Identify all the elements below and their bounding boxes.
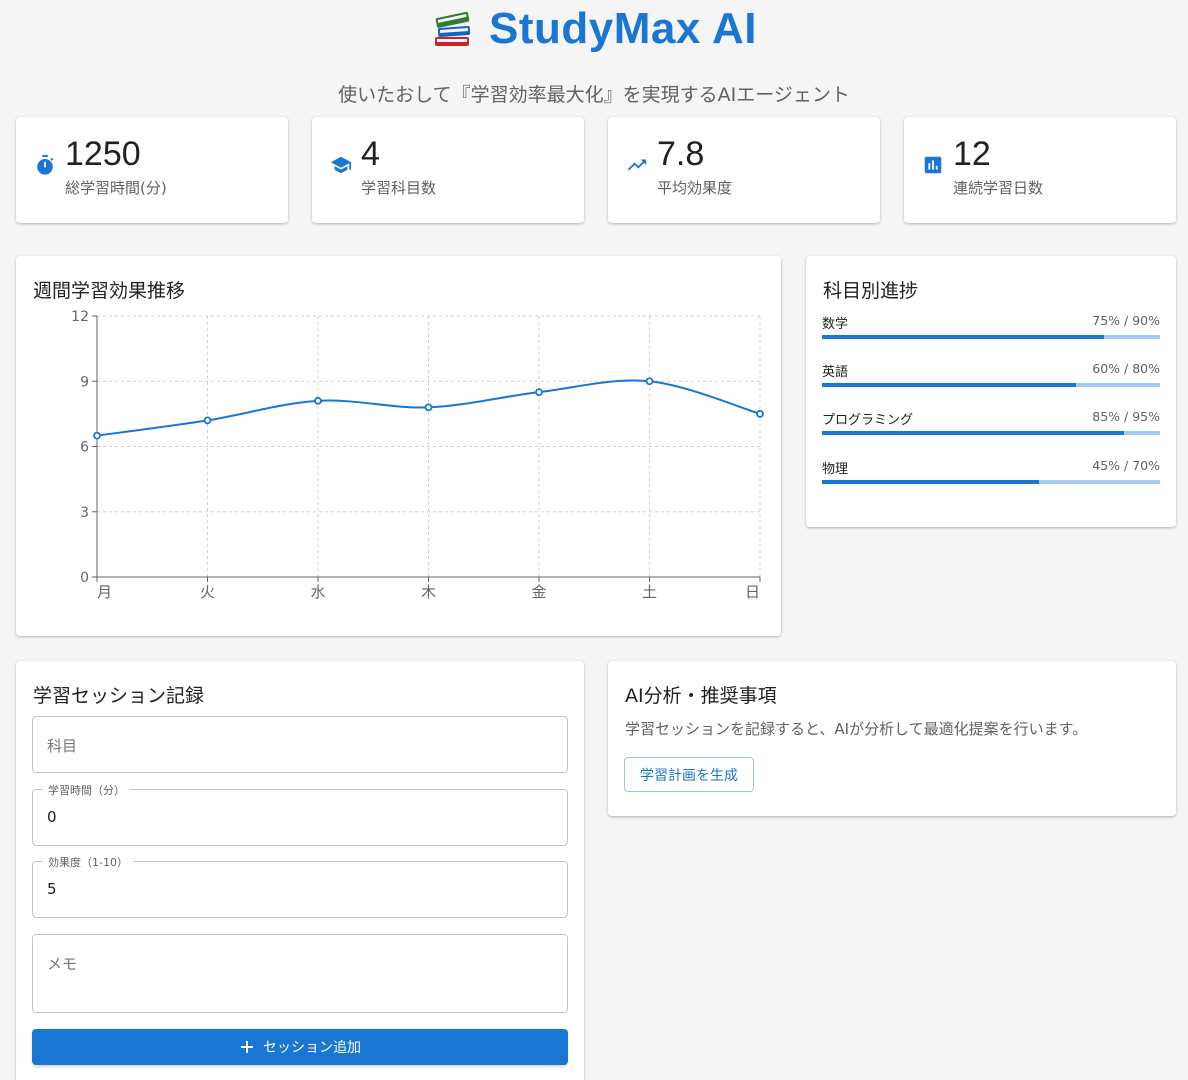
study-time-value: 0 (47, 808, 57, 826)
x-tick-label: 日 (745, 583, 760, 601)
ai-analysis-card: AI分析・推奨事項 学習セッションを記録すると、AIが分析して最適化提案を行いま… (608, 661, 1176, 816)
y-tick-label: 0 (80, 570, 89, 586)
stat-value: 4 (361, 135, 380, 173)
effectiveness-label: 効果度（1-10） (43, 854, 133, 870)
progress-track (822, 383, 1160, 387)
y-tick-label: 12 (71, 309, 89, 325)
progress-fill (822, 335, 1104, 339)
stat-value: 7.8 (657, 135, 705, 173)
subject-input[interactable]: 科目 (32, 716, 568, 773)
progress-value: 60% / 80% (1092, 361, 1160, 376)
session-form-title: 学習セッション記録 (33, 685, 205, 707)
stat-card-total-time: 1250 総学習時間(分) (16, 117, 288, 223)
progress-subject-name: プログラミング (822, 413, 914, 428)
progress-subject-name: 英語 (822, 365, 849, 380)
trending-up-icon (627, 159, 647, 171)
weekly-chart-card: 週間学習効果推移 0 3 6 9 12 月火水木金土日 (16, 256, 781, 636)
progress-track (822, 431, 1160, 435)
stat-value: 1250 (65, 135, 141, 173)
data-point (203, 416, 212, 425)
y-tick-label: 3 (80, 505, 89, 521)
stat-label: 連続学習日数 (953, 179, 1044, 197)
progress-fill (822, 480, 1040, 484)
stat-label: 平均効果度 (657, 179, 733, 197)
stat-card-streak: 12 連続学習日数 (904, 117, 1176, 223)
data-point (93, 431, 101, 440)
progress-value: 45% / 70% (1092, 458, 1160, 473)
progress-value: 85% / 95% (1092, 409, 1160, 424)
session-form-card: 学習セッション記録 科目 学習時間（分） 0 効果度（1-10） 5 メモ セッ… (16, 661, 584, 1080)
progress-fill (822, 383, 1076, 387)
progress-subject-name: 数学 (822, 317, 849, 332)
app-title: StudyMax AI (489, 4, 757, 53)
generate-plan-button[interactable]: 学習計画を生成 (624, 757, 754, 792)
effectiveness-value: 5 (47, 880, 57, 898)
data-point (314, 396, 322, 405)
add-session-label: セッション追加 (263, 1040, 361, 1056)
stat-card-subjects: 4 学習科目数 (312, 117, 584, 223)
stat-card-avg-effect: 7.8 平均効果度 (608, 117, 880, 223)
stat-label: 学習科目数 (361, 179, 437, 197)
progress-row-programming: プログラミング 85% / 95% (822, 409, 1160, 443)
subject-placeholder: 科目 (47, 737, 78, 755)
progress-fill (822, 431, 1125, 435)
progress-track (822, 335, 1160, 339)
x-tick-label: 水 (310, 583, 325, 601)
bar-chart-icon (924, 156, 942, 174)
y-tick-label: 9 (80, 374, 89, 390)
x-tick-label: 火 (200, 583, 215, 601)
ai-analysis-description: 学習セッションを記録すると、AIが分析して最適化提案を行います。 (625, 720, 1088, 738)
weekly-line-chart: 0 3 6 9 12 月 火 水 木 金 土 日 (71, 309, 764, 601)
subject-progress-card: 科目別進捗 数学 75% / 90% 英語 60% / 80% プログラミング … (806, 256, 1176, 527)
progress-row-physics: 物理 45% / 70% (822, 458, 1160, 492)
study-time-label: 学習時間（分） (43, 782, 130, 798)
add-session-button[interactable]: セッション追加 (32, 1029, 568, 1065)
data-point (424, 403, 433, 412)
memo-textarea[interactable]: メモ (32, 934, 568, 1013)
progress-track (822, 480, 1160, 484)
x-tick-label: 土 (642, 583, 657, 601)
data-point (645, 377, 654, 386)
stat-value: 12 (953, 135, 991, 173)
stat-label: 総学習時間(分) (65, 179, 167, 197)
y-tick-label: 6 (80, 440, 89, 456)
app-header: StudyMax AI (0, 4, 1188, 54)
study-time-field[interactable]: 学習時間（分） 0 (32, 782, 568, 846)
school-icon (330, 156, 352, 174)
progress-subject-name: 物理 (822, 462, 849, 477)
data-point (756, 409, 764, 418)
x-tick-label: 月 (97, 583, 112, 601)
progress-value: 75% / 90% (1092, 313, 1160, 328)
memo-placeholder: メモ (47, 955, 78, 973)
plus-icon (241, 1041, 253, 1053)
data-point (535, 388, 543, 397)
x-tick-label: 木 (421, 583, 436, 601)
subject-progress-title: 科目別進捗 (823, 280, 919, 302)
app-subtitle: 使いたおして『学習効率最大化』を実現するAIエージェント (338, 84, 850, 106)
ai-analysis-title: AI分析・推奨事項 (625, 685, 777, 707)
stopwatch-icon (37, 154, 54, 175)
progress-row-english: 英語 60% / 80% (822, 361, 1160, 395)
x-tick-label: 金 (531, 583, 546, 601)
progress-row-math: 数学 75% / 90% (822, 313, 1160, 347)
books-icon (435, 11, 471, 46)
effectiveness-field[interactable]: 効果度（1-10） 5 (32, 854, 568, 918)
